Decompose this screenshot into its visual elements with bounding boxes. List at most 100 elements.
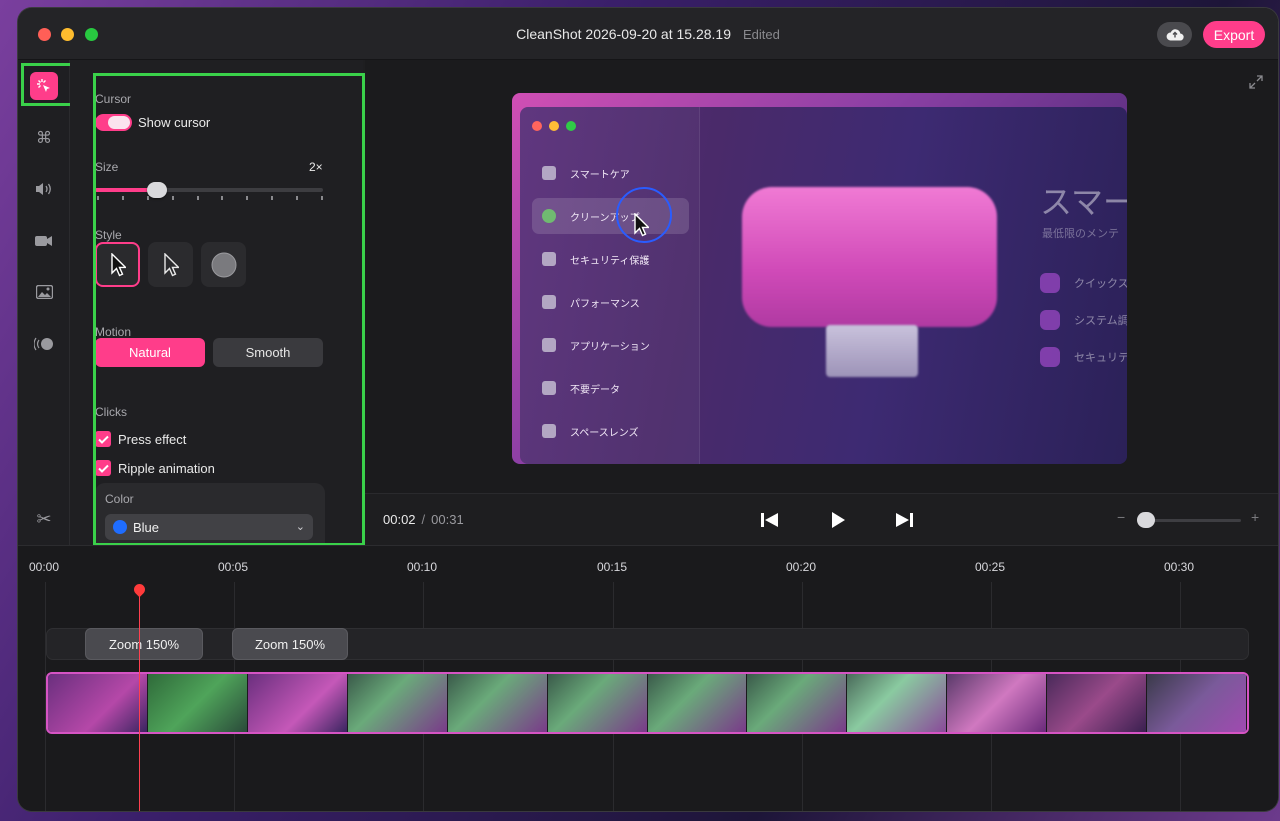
size-slider-tick — [122, 196, 124, 200]
zoom-segment[interactable]: Zoom 150% — [85, 628, 203, 660]
color-select[interactable]: Blue ⌄ — [105, 514, 313, 540]
speaker-icon — [36, 183, 51, 195]
video-clip-track[interactable] — [46, 672, 1249, 734]
press-effect-checkbox[interactable] — [95, 431, 111, 447]
motion-smooth-button[interactable]: Smooth — [213, 338, 323, 367]
size-value: 2× — [309, 160, 323, 174]
color-swatch — [113, 520, 127, 534]
ruler-label: 00:25 — [975, 560, 1006, 574]
lens-icon — [542, 424, 556, 438]
clip-thumbnail — [547, 674, 648, 732]
window-title-area: CleanShot 2026-09-20 at 15.28.19 Edited — [18, 26, 1278, 42]
row-badge-icon — [1040, 273, 1060, 293]
motion-natural-button[interactable]: Natural — [95, 338, 205, 367]
cursor-settings-panel: Cursor Show cursor Size 2× Style Motion … — [70, 60, 405, 553]
style-section-label: Style — [95, 228, 122, 242]
skip-back-button[interactable] — [759, 509, 781, 531]
preview-heading: スマー — [1040, 184, 1127, 220]
cleanup-icon — [542, 209, 556, 223]
zoom-track[interactable] — [46, 628, 1249, 660]
preview-sidebar-item: アプリケーション — [542, 334, 650, 356]
transport-bar: 00:02 / 00:31 − + — [365, 493, 1278, 545]
preview-sidebar-item: 不要データ — [542, 377, 620, 399]
size-slider-tick — [321, 196, 323, 200]
size-slider-tick — [147, 196, 149, 200]
ripple-animation-checkbox[interactable] — [95, 460, 111, 476]
zoom-segment[interactable]: Zoom 150% — [232, 628, 348, 660]
size-slider-tick — [197, 196, 199, 200]
cloud-upload-button[interactable] — [1157, 22, 1192, 47]
rail-shortcuts-button[interactable]: ⌘ — [30, 124, 58, 152]
clip-thumbnail — [747, 674, 848, 732]
preview-sidebar-item: セキュリティ保護 — [542, 248, 649, 270]
preview-app-window: スマートケア クリーンアップ セキュリティ保護 パフォーマンス アプリケーション… — [520, 107, 1127, 464]
preview-row-label: セキュリテ — [1074, 352, 1127, 364]
rail-audio-button[interactable] — [30, 175, 58, 203]
size-slider-tick — [172, 196, 174, 200]
preview-row: セキュリテ — [1040, 347, 1127, 367]
preview-sidebar-item: スマートケア — [542, 162, 630, 184]
ruler-label: 00:10 — [407, 560, 438, 574]
ruler-label: 00:00 — [29, 560, 60, 574]
clip-thumbnail — [847, 674, 948, 732]
arrow-cursor-light-icon — [163, 252, 179, 276]
style-option-arrow-dark[interactable] — [95, 242, 140, 287]
size-section-label: Size — [95, 160, 119, 174]
skip-forward-button[interactable] — [893, 509, 915, 531]
preview-row: システム調 — [1040, 310, 1127, 330]
cursor-section-label: Cursor — [95, 92, 132, 106]
rail-audio-levels-button[interactable] — [30, 330, 58, 358]
app-window: CleanShot 2026-09-20 at 15.28.19 Edited E… — [18, 8, 1278, 811]
style-option-circle[interactable] — [201, 242, 246, 287]
playhead-line — [139, 586, 140, 811]
clip-thumbnail — [947, 674, 1048, 732]
chevron-down-icon: ⌄ — [295, 521, 305, 533]
ruler-label: 00:05 — [218, 560, 249, 574]
ruler-label: 00:30 — [1164, 560, 1195, 574]
timeline-zoom-knob[interactable] — [1137, 512, 1155, 528]
preview-sidebar-label: セキュリティ保護 — [570, 255, 650, 267]
color-select-value: Blue — [133, 519, 160, 535]
style-option-arrow-light[interactable] — [148, 242, 193, 287]
zoom-out-button[interactable]: − — [1117, 509, 1125, 525]
preview-sidebar — [520, 107, 700, 464]
command-key-icon: ⌘ — [36, 130, 52, 147]
preview-sidebar-label: スマートケア — [570, 169, 630, 181]
bolt-icon — [542, 295, 556, 309]
preview-sidebar-label: アプリケーション — [570, 341, 650, 353]
hand-icon — [542, 252, 556, 266]
rail-cursor-button[interactable] — [30, 72, 58, 100]
audio-wave-icon — [34, 337, 53, 351]
preview-sidebar-item: スペースレンズ — [542, 420, 639, 442]
preview-subheading: 最低限のメンテ — [1042, 228, 1119, 240]
size-slider-tick — [221, 196, 223, 200]
zoom-in-button[interactable]: + — [1251, 509, 1259, 525]
preview-sidebar-label: 不要データ — [570, 384, 620, 396]
ripple-animation-label: Ripple animation — [118, 461, 215, 476]
expand-icon[interactable] — [1248, 74, 1264, 90]
size-slider-tick — [246, 196, 248, 200]
checkmark-icon — [97, 464, 109, 473]
ruler-label: 00:15 — [597, 560, 628, 574]
playhead-handle[interactable] — [131, 581, 148, 598]
clip-thumbnail — [1147, 674, 1247, 732]
preview-row: クイックス — [1040, 273, 1127, 293]
preview-row-label: システム調 — [1074, 315, 1127, 327]
play-button[interactable] — [827, 509, 849, 531]
title-bar: CleanShot 2026-09-20 at 15.28.19 Edited E… — [18, 8, 1278, 60]
clip-thumbnail — [48, 674, 148, 732]
export-button[interactable]: Export — [1203, 21, 1265, 48]
preview-sidebar-label: パフォーマンス — [570, 298, 640, 310]
preview-frame: スマートケア クリーンアップ セキュリティ保護 パフォーマンス アプリケーション… — [512, 93, 1127, 464]
rail-background-button[interactable] — [30, 278, 58, 306]
size-slider-knob[interactable] — [147, 182, 167, 198]
row-badge-icon — [1040, 310, 1060, 330]
rail-trim-button[interactable]: ✂ — [30, 505, 58, 533]
clip-thumbnail — [247, 674, 348, 732]
show-cursor-toggle[interactable] — [95, 114, 132, 131]
checkmark-icon — [97, 435, 109, 444]
rail-camera-button[interactable] — [30, 227, 58, 255]
preview-hero-art — [742, 187, 997, 327]
skip-forward-icon — [896, 513, 913, 527]
clip-thumbnail — [1047, 674, 1148, 732]
